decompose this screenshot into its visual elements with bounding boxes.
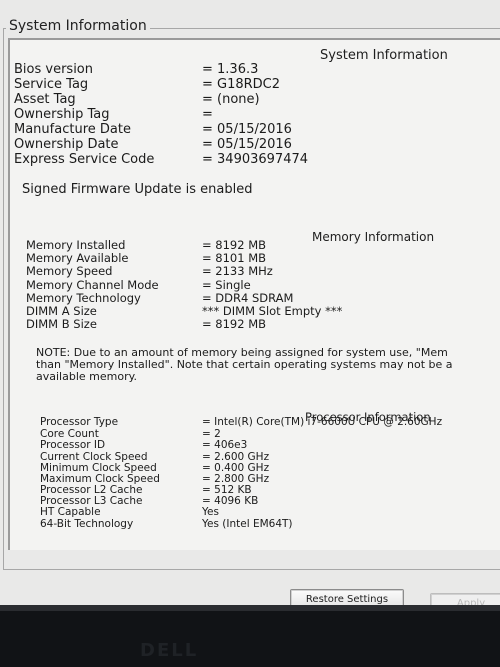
mem-value: = 8101 MB (202, 251, 267, 265)
mem-label: DIMM A Size (26, 304, 97, 318)
bios-screen: System Information System Information Bi… (0, 0, 500, 615)
mem-value: = DDR4 SDRAM (202, 291, 294, 305)
mem-label: Memory Available (26, 251, 129, 265)
sys-value: = 05/15/2016 (202, 122, 292, 137)
proc-value: Yes (Intel EM64T) (202, 518, 293, 530)
window-title: System Information (6, 18, 150, 34)
proc-value: = Intel(R) Core(TM) i7-6600U CPU @ 2.60G… (202, 416, 443, 428)
sys-label: Asset Tag (14, 92, 76, 107)
memory-info-heading: Memory Information (312, 230, 435, 244)
sys-value: = (none) (202, 92, 260, 107)
sys-value: = G18RDC2 (202, 77, 281, 92)
sys-label: Service Tag (14, 77, 89, 92)
proc-label: HT Capable (40, 506, 101, 518)
mem-label: Memory Channel Mode (26, 278, 159, 292)
mem-label: Memory Speed (26, 264, 113, 278)
dell-logo: DELL (140, 640, 199, 661)
firmware-update-status: Signed Firmware Update is enabled (22, 182, 253, 197)
mem-value: = 2133 MHz (202, 264, 273, 278)
proc-value: = 406e3 (202, 439, 248, 451)
mem-label: DIMM B Size (26, 317, 97, 331)
memory-note-line: available memory. (36, 370, 138, 383)
monitor-bezel (0, 605, 500, 667)
mem-value: = 8192 MB (202, 317, 267, 331)
mem-value: = Single (202, 278, 251, 292)
proc-label: Processor Type (40, 416, 119, 428)
sys-value: = (202, 107, 213, 122)
proc-value: Yes (202, 506, 219, 518)
sys-label: Manufacture Date (14, 122, 131, 137)
proc-label: 64-Bit Technology (40, 518, 134, 530)
info-panel: System Information Bios version = 1.36.3… (8, 38, 500, 550)
mem-value: = 8192 MB (202, 238, 267, 252)
sys-label: Ownership Date (14, 137, 119, 152)
system-info-heading: System Information (320, 48, 448, 63)
mem-label: Memory Installed (26, 238, 126, 252)
sys-label: Ownership Tag (14, 107, 110, 122)
sys-value: = 05/15/2016 (202, 137, 292, 152)
mem-value: *** DIMM Slot Empty *** (202, 304, 343, 318)
sys-value: = 1.36.3 (202, 62, 259, 77)
sys-value: = 34903697474 (202, 152, 309, 167)
sys-label: Bios version (14, 62, 94, 77)
proc-label: Processor ID (40, 439, 106, 451)
sys-label: Express Service Code (14, 152, 155, 167)
mem-label: Memory Technology (26, 291, 141, 305)
